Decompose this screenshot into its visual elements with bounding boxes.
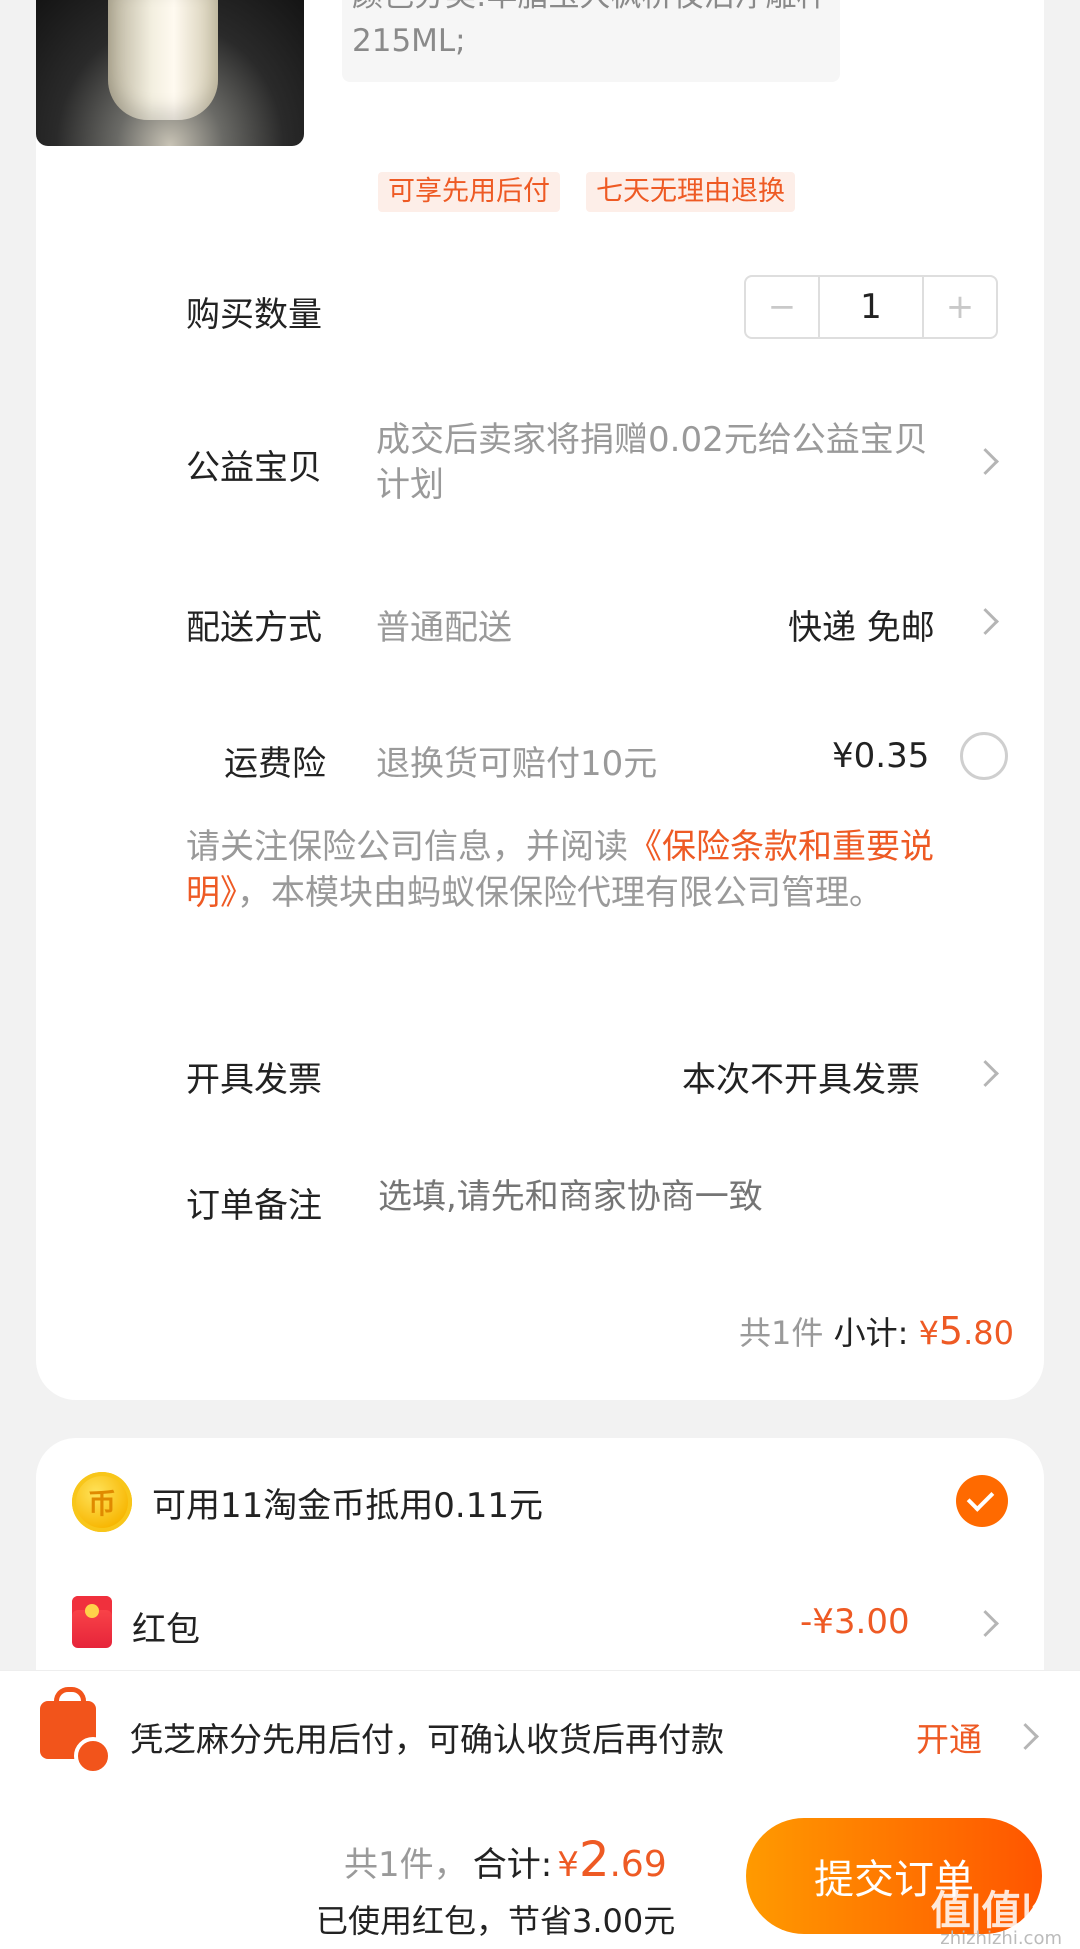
- total-line: 共1件， 合计: ¥2.69: [344, 1832, 667, 1888]
- remark-label: 订单备注: [186, 1186, 322, 1226]
- quantity-stepper[interactable]: − 1 +: [744, 275, 998, 339]
- notice-suffix: ，本模块由蚂蚁保保险代理有限公司管理。: [237, 873, 883, 913]
- charity-value: 成交后卖家将捐赠0.02元给公益宝贝计划: [376, 420, 928, 505]
- remark-input[interactable]: [376, 1168, 1000, 1226]
- quantity-label: 购买数量: [186, 295, 322, 335]
- total-count: 共1件，: [344, 1845, 468, 1885]
- total-currency: ¥: [557, 1845, 579, 1885]
- shopping-bag-icon: [40, 1687, 112, 1775]
- shipping-insurance-desc: 退换货可赔付10元: [376, 744, 658, 784]
- promo-text: 凭芝麻分先用后付，可确认收货后再付款: [130, 1720, 724, 1759]
- tag-pay-later: 可享先用后付: [378, 172, 560, 212]
- subtotal-dec: .80: [963, 1314, 1014, 1352]
- notice-prefix: 请关注保险公司信息，并阅读: [186, 827, 628, 867]
- coins-check-icon[interactable]: [956, 1475, 1008, 1527]
- shipping-insurance-label: 运费险: [224, 744, 326, 784]
- quantity-minus-button[interactable]: −: [746, 277, 818, 337]
- watermark-url: zhizhizhi.com: [940, 1928, 1062, 1949]
- subtotal-price: ¥5.80: [918, 1309, 1014, 1353]
- invoice-label: 开具发票: [186, 1060, 322, 1100]
- subtotal-int: 5: [938, 1309, 964, 1353]
- delivery-method: 普通配送: [376, 608, 512, 648]
- coin-icon: 币: [72, 1472, 132, 1532]
- promo-action[interactable]: 开通: [916, 1713, 982, 1761]
- product-image[interactable]: [36, 0, 304, 146]
- shipping-insurance-price: ¥0.35: [832, 736, 930, 776]
- charity-label: 公益宝贝: [186, 448, 322, 488]
- delivery-label: 配送方式: [186, 608, 322, 648]
- subtotal: 共1件 小计: ¥5.80: [739, 1308, 1014, 1354]
- sku-text: 颜色分类:羊脂玉大枫桥夜泊浮雕杯215ML;: [352, 0, 827, 59]
- red-packet-value[interactable]: -¥3.00: [800, 1602, 910, 1642]
- red-packet-label: 红包: [132, 1610, 200, 1650]
- quantity-value[interactable]: 1: [818, 277, 924, 337]
- discount-card: [36, 1438, 1044, 1698]
- invoice-value[interactable]: 本次不开具发票: [682, 1052, 920, 1101]
- red-packet-icon: [72, 1596, 112, 1648]
- total-price: ¥2.69: [557, 1832, 666, 1888]
- insurance-notice: 请关注保险公司信息，并阅读《保险条款和重要说明》，本模块由蚂蚁保保险代理有限公司…: [186, 824, 1016, 916]
- quantity-plus-button[interactable]: +: [924, 277, 996, 337]
- total-int: 2: [578, 1832, 610, 1888]
- subtotal-label: 小计:: [833, 1314, 909, 1352]
- delivery-value[interactable]: 快递 免邮: [788, 600, 935, 649]
- charity-row[interactable]: 成交后卖家将捐赠0.02元给公益宝贝计划: [376, 418, 936, 508]
- promo-chevron-icon: [1012, 1723, 1039, 1750]
- checkout-bar: 共1件， 合计: ¥2.69 已使用红包，节省3.00元 提交订单 值|值|值 …: [0, 1800, 1080, 1949]
- pay-later-promo[interactable]: 凭芝麻分先用后付，可确认收货后再付款 开通: [0, 1670, 1080, 1801]
- sku-box[interactable]: 颜色分类:羊脂玉大枫桥夜泊浮雕杯215ML;: [342, 0, 840, 82]
- total-dec: .69: [609, 1844, 667, 1885]
- total-label: 合计:: [472, 1845, 553, 1885]
- coins-text: 可用11淘金币抵用0.11元: [152, 1486, 543, 1526]
- shipping-insurance-radio[interactable]: [960, 732, 1008, 780]
- subtotal-count: 共1件: [739, 1314, 824, 1352]
- subtotal-currency: ¥: [918, 1314, 939, 1352]
- tag-7day-return: 七天无理由退换: [586, 172, 795, 212]
- saved-text: 已使用红包，节省3.00元: [316, 1902, 676, 1940]
- cup-graphic: [108, 0, 218, 120]
